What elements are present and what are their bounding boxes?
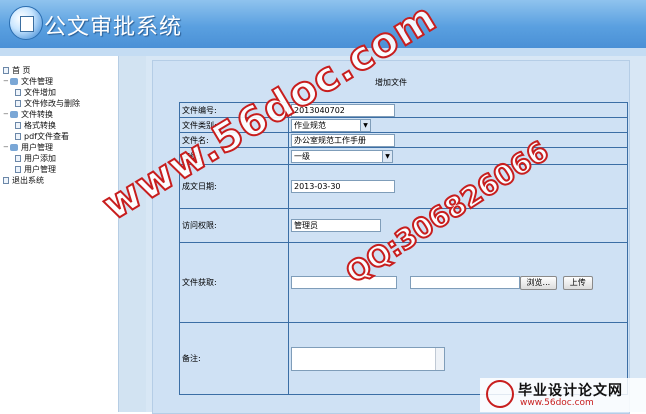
access-label: 访问权限: (179, 208, 289, 243)
corner-url: www.56doc.com (520, 398, 594, 408)
folder-icon (10, 144, 18, 151)
sidebar-item[interactable]: 首 页 (3, 65, 80, 76)
collapse-icon[interactable]: − (3, 76, 9, 87)
sidebar-item-label: 用户管理 (24, 165, 56, 174)
date-cell: 2013-03-30 (288, 164, 628, 209)
page-icon (15, 89, 21, 96)
corner-watermark: 毕业设计论文网 www.56doc.com (480, 378, 646, 412)
scrollbar[interactable] (435, 347, 444, 370)
upload-button[interactable]: 上传 (562, 275, 593, 290)
file-no-cell: 2013040702 (288, 102, 628, 118)
date-label: 成文日期: (179, 164, 289, 209)
header-strip (0, 48, 646, 56)
row-date: 成文日期: 2013-03-30 (179, 164, 628, 209)
form-panel: 增加文件 文件编号: 2013040702 文件类别: 作业规范 ▼ 文件名: 办… (152, 60, 630, 414)
remark-label: 备注: (179, 322, 289, 395)
sidebar-item-label: 用户添加 (24, 154, 56, 163)
fetch-cell: 浏览... 上传 (288, 242, 628, 323)
sidebar-item[interactable]: 用户管理 (3, 164, 80, 175)
secret-select[interactable]: 一级 (291, 149, 383, 163)
page-icon (15, 133, 21, 140)
file-no-input[interactable]: 2013040702 (291, 103, 395, 117)
main-area: 增加文件 文件编号: 2013040702 文件类别: 作业规范 ▼ 文件名: 办… (146, 56, 646, 414)
sidebar-item-label: 文件转换 (21, 110, 53, 119)
sidebar-item-label: 文件增加 (24, 88, 56, 97)
chevron-down-icon[interactable]: ▼ (382, 149, 393, 163)
sidebar-item[interactable]: 用户添加 (3, 153, 80, 164)
access-cell: 管理员 (288, 208, 628, 243)
folder-icon (10, 78, 18, 85)
sidebar-item[interactable]: − 文件管理 (3, 76, 80, 87)
chevron-down-icon[interactable]: ▼ (360, 118, 371, 132)
sidebar-item[interactable]: 文件修改与删除 (3, 98, 80, 109)
row-file-no: 文件编号: 2013040702 (179, 102, 628, 118)
sidebar-item-label: 用户管理 (21, 143, 53, 152)
frame-splitter[interactable] (118, 56, 147, 412)
add-file-form: 文件编号: 2013040702 文件类别: 作业规范 ▼ 文件名: 办公室规范工… (179, 102, 628, 395)
row-secret: 密级: 一级 ▼ (179, 147, 628, 165)
access-select[interactable]: 管理员 (291, 219, 381, 232)
browse-button[interactable]: 浏览... (519, 275, 558, 290)
page-icon (15, 166, 21, 173)
secret-label: 密级: (179, 147, 289, 165)
app-header: 公文审批系统 (0, 0, 646, 48)
sidebar-item-label: 首 页 (12, 66, 31, 75)
file-type-cell: 作业规范 ▼ (288, 117, 628, 133)
secret-cell: 一级 ▼ (288, 147, 628, 165)
upload-path-input[interactable] (409, 276, 520, 289)
row-file-name: 文件名: 办公室规范工作手册 (179, 132, 628, 148)
file-name-cell: 办公室规范工作手册 (288, 132, 628, 148)
sidebar-item[interactable]: 格式转换 (3, 120, 80, 131)
row-access: 访问权限: 管理员 (179, 208, 628, 243)
file-path-input[interactable] (291, 276, 397, 289)
file-no-label: 文件编号: (179, 102, 289, 118)
row-fetch: 文件获取: 浏览... 上传 (179, 242, 628, 323)
sidebar-item[interactable]: 文件增加 (3, 87, 80, 98)
sidebar-item[interactable]: − 文件转换 (3, 109, 80, 120)
remark-textarea[interactable] (291, 346, 445, 371)
emblem-icon (486, 380, 514, 408)
sidebar-item-label: 退出系统 (12, 176, 44, 185)
app-title: 公文审批系统 (44, 15, 183, 40)
sidebar-item-label: 文件修改与删除 (24, 99, 80, 108)
file-type-select[interactable]: 作业规范 (291, 118, 361, 132)
page-icon (3, 177, 9, 184)
file-name-input[interactable]: 办公室规范工作手册 (291, 133, 395, 147)
page-icon (15, 122, 21, 129)
file-name-label: 文件名: (179, 132, 289, 148)
collapse-icon[interactable]: − (3, 109, 9, 120)
sidebar-item[interactable]: 退出系统 (3, 175, 80, 186)
sidebar-item-label: 格式转换 (24, 121, 56, 130)
sidebar-item-label: 文件管理 (21, 77, 53, 86)
sidebar-item[interactable]: − 用户管理 (3, 142, 80, 153)
form-title: 增加文件 (375, 78, 407, 87)
folder-icon (10, 111, 18, 118)
app-logo-icon (9, 6, 43, 40)
sidebar-item-label: pdf文件查看 (24, 132, 69, 141)
row-file-type: 文件类别: 作业规范 ▼ (179, 117, 628, 133)
corner-title: 毕业设计论文网 (518, 383, 623, 399)
fetch-label: 文件获取: (179, 242, 289, 323)
file-type-label: 文件类别: (179, 117, 289, 133)
sidebar: 首 页 − 文件管理 文件增加 文件修改与删除 − 文件转换 格式转换 pdf文件查看 − 用户管理… (0, 56, 118, 412)
collapse-icon[interactable]: − (3, 142, 9, 153)
date-input[interactable]: 2013-03-30 (291, 180, 395, 193)
page-icon (15, 100, 21, 107)
page-icon (15, 155, 21, 162)
sidebar-item[interactable]: pdf文件查看 (3, 131, 80, 142)
nav-tree: 首 页 − 文件管理 文件增加 文件修改与删除 − 文件转换 格式转换 pdf文件查看 − 用户管理… (3, 65, 80, 186)
page-icon (3, 67, 9, 74)
